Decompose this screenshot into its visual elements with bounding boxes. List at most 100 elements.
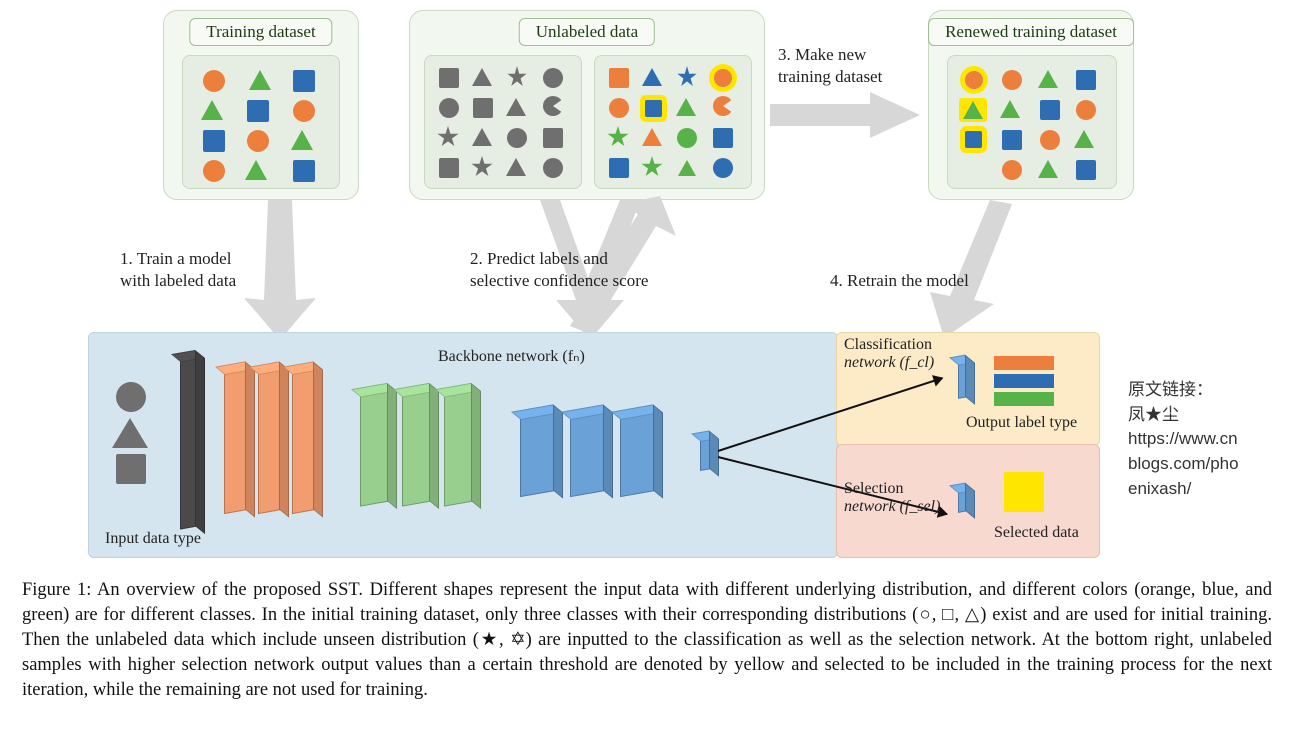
figure-caption: Figure 1: An overview of the proposed SS… bbox=[22, 578, 1272, 703]
shape-square-blue bbox=[203, 130, 225, 152]
shape-circle-gray bbox=[543, 68, 563, 88]
input-circle-icon bbox=[116, 382, 146, 412]
shape-square-blue bbox=[247, 100, 269, 122]
conv-block-blue bbox=[620, 411, 656, 497]
shape-triangle-green bbox=[291, 130, 313, 150]
shape-triangle-gray bbox=[506, 98, 526, 116]
conv-block-orange bbox=[292, 368, 316, 514]
shape-triangle-gray bbox=[506, 158, 526, 176]
shape-circle-orange bbox=[1040, 130, 1060, 150]
output-bar-orange bbox=[994, 356, 1054, 370]
shape-square-blue bbox=[1076, 70, 1096, 90]
input-square-icon bbox=[116, 454, 146, 484]
conv-block-orange bbox=[224, 368, 248, 514]
shape-triangle-gray bbox=[472, 68, 492, 86]
input-triangle-icon bbox=[112, 418, 148, 448]
classification-vector bbox=[958, 361, 968, 399]
shape-pacman-orange bbox=[713, 96, 733, 116]
shape-triangle-green bbox=[249, 70, 271, 90]
shape-square-gray bbox=[439, 158, 459, 178]
conv-block-green bbox=[444, 389, 474, 506]
backbone-label: Backbone network (fₙ) bbox=[438, 346, 585, 366]
shape-circle-orange-selected bbox=[965, 71, 983, 89]
shape-circle-orange bbox=[293, 100, 315, 122]
shape-circle-orange bbox=[1076, 100, 1096, 120]
conv-block-blue bbox=[520, 411, 556, 497]
shape-star5-gray bbox=[437, 126, 459, 148]
shape-square-blue-selected bbox=[645, 100, 662, 117]
step-4-label: 4. Retrain the model bbox=[830, 270, 1000, 292]
shape-square-blue-selected bbox=[965, 131, 982, 148]
shape-circle-orange bbox=[1002, 160, 1022, 180]
shape-triangle-green-selected bbox=[963, 101, 983, 119]
shape-circle-orange bbox=[1002, 70, 1022, 90]
panel-unlabeled-colored bbox=[594, 55, 752, 189]
panel-renewed-grid bbox=[947, 55, 1117, 189]
conv-block-blue bbox=[570, 411, 606, 497]
panel-training: Training dataset bbox=[163, 10, 359, 200]
conv-block-orange bbox=[258, 368, 282, 514]
shape-star6-gray bbox=[507, 66, 527, 88]
arrow-step-3 bbox=[770, 90, 920, 140]
selected-data-swatch bbox=[1004, 472, 1044, 512]
output-label-type-label: Output label type bbox=[966, 414, 1077, 432]
shape-triangle-green bbox=[1038, 70, 1058, 88]
figure-canvas: Training dataset Unlabeled data bbox=[0, 0, 1294, 740]
shape-triangle-orange bbox=[642, 128, 662, 146]
panel-unlabeled: Unlabeled data bbox=[409, 10, 765, 200]
shape-square-gray bbox=[543, 128, 563, 148]
shape-star6-blue bbox=[677, 66, 697, 88]
shape-circle-blue bbox=[713, 158, 733, 178]
input-slab bbox=[180, 356, 198, 529]
conv-block-green bbox=[360, 389, 390, 506]
selected-data-label: Selected data bbox=[994, 524, 1079, 542]
shape-circle-orange-selected bbox=[714, 69, 732, 87]
shape-circle-orange bbox=[203, 160, 225, 182]
input-data-type-label: Input data type bbox=[105, 530, 201, 548]
step-1-label: 1. Train a modelwith labeled data bbox=[120, 248, 290, 292]
shape-star5-green bbox=[641, 156, 663, 178]
shape-triangle-green bbox=[676, 98, 696, 116]
shape-square-blue bbox=[293, 160, 315, 182]
selection-vector bbox=[958, 489, 968, 513]
panel-training-grid bbox=[182, 55, 340, 189]
shape-square-gray bbox=[439, 68, 459, 88]
shape-triangle-green bbox=[1074, 130, 1094, 148]
shape-circle-orange bbox=[247, 130, 269, 152]
shape-triangle-green-selected bbox=[678, 160, 696, 176]
shape-square-blue bbox=[1076, 160, 1096, 180]
panel-unlabeled-title: Unlabeled data bbox=[519, 18, 655, 46]
step-3-label: 3. Make newtraining dataset bbox=[778, 44, 918, 88]
shape-star5-gray bbox=[471, 156, 493, 178]
shape-circle-gray bbox=[507, 128, 527, 148]
selection-label: Selectionnetwork (f_sel) bbox=[844, 480, 940, 517]
output-bar-green bbox=[994, 392, 1054, 406]
panel-unlabeled-gray bbox=[424, 55, 582, 189]
shape-square-blue bbox=[1002, 130, 1022, 150]
shape-triangle-green bbox=[1000, 100, 1020, 118]
panel-renewed-title: Renewed training dataset bbox=[928, 18, 1134, 46]
step-2-label: 2. Predict labels andselective confidenc… bbox=[470, 248, 700, 292]
shape-square-blue bbox=[1040, 100, 1060, 120]
shape-circle-orange bbox=[609, 98, 629, 118]
shape-square-gray bbox=[473, 98, 493, 118]
shape-circle-gray bbox=[543, 158, 563, 178]
shape-circle-orange bbox=[203, 70, 225, 92]
shape-square-blue bbox=[713, 128, 733, 148]
shape-circle-green bbox=[677, 128, 697, 148]
shape-star5-green bbox=[607, 126, 629, 148]
shape-triangle-green bbox=[1038, 160, 1058, 178]
conv-block-green bbox=[402, 389, 432, 506]
shape-square-blue bbox=[293, 70, 315, 92]
shape-pacman-gray bbox=[543, 96, 563, 116]
shape-triangle-blue bbox=[642, 68, 662, 86]
shape-square-orange bbox=[609, 68, 629, 88]
source-link-text: 原文链接： 凤★尘 https://www.cn blogs.com/pho e… bbox=[1128, 378, 1278, 501]
shape-square-blue bbox=[609, 158, 629, 178]
output-bar-blue bbox=[994, 374, 1054, 388]
shape-triangle-green bbox=[245, 160, 267, 180]
shape-triangle-green bbox=[201, 100, 223, 120]
shape-circle-gray bbox=[439, 98, 459, 118]
shape-triangle-gray bbox=[472, 128, 492, 146]
panel-renewed: Renewed training dataset bbox=[928, 10, 1134, 200]
